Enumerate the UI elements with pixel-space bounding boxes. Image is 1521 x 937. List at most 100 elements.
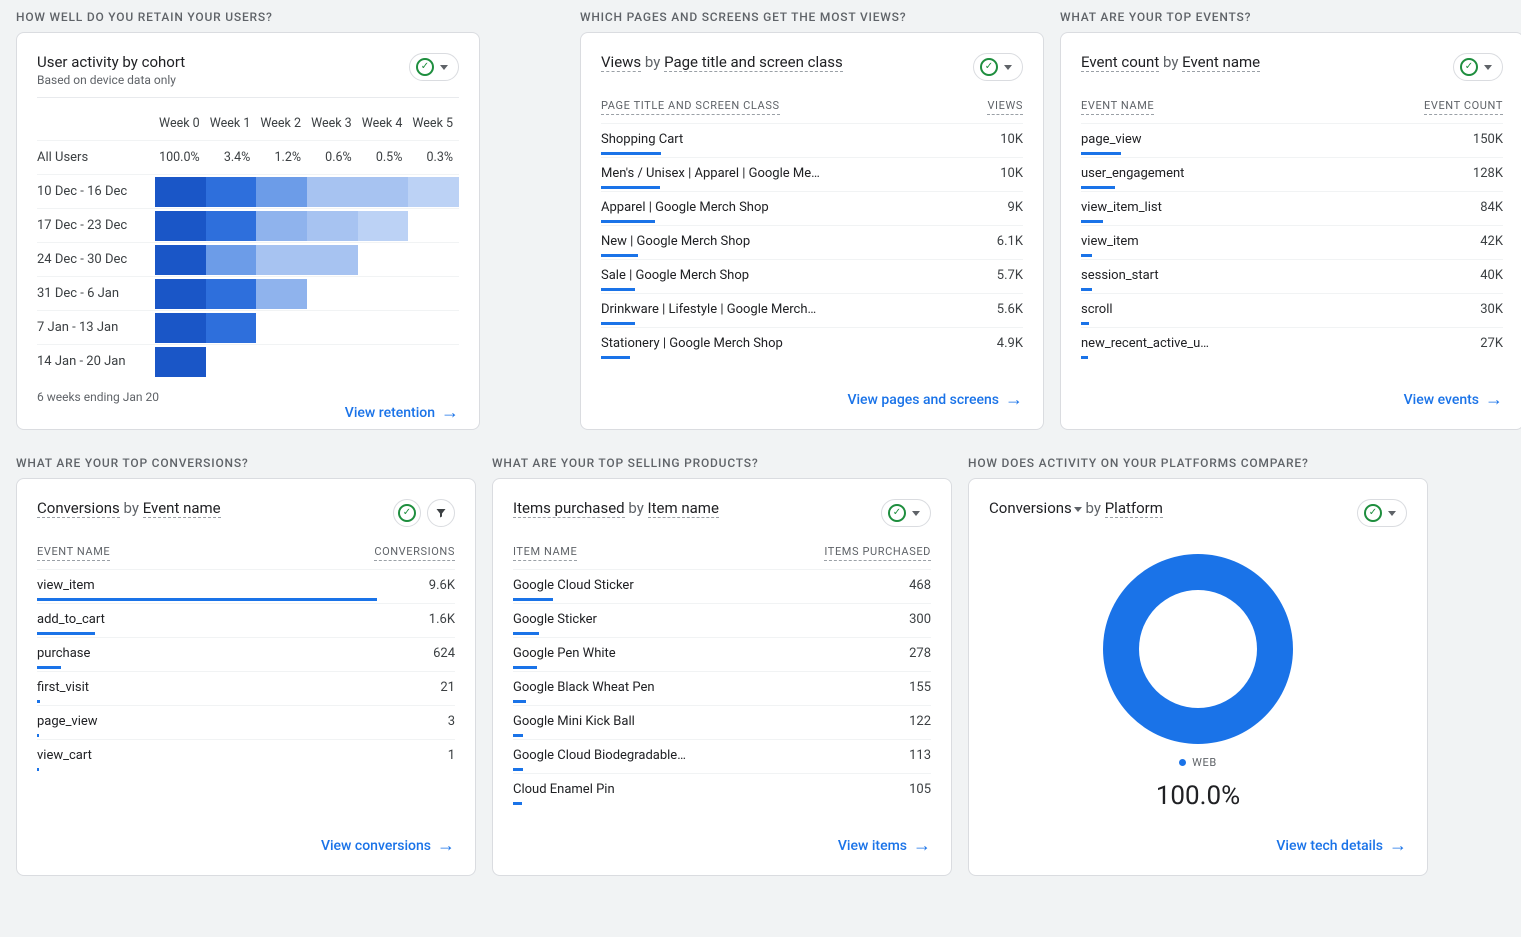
row-name: Men's / Unisex | Apparel | Google Me… [601, 166, 820, 181]
row-name: Drinkware | Lifestyle | Google Merch… [601, 302, 816, 317]
table-row[interactable]: Google Black Wheat Pen155 [513, 671, 931, 705]
status-dropdown[interactable]: ✓ [973, 53, 1023, 81]
row-name: New | Google Merch Shop [601, 234, 750, 249]
view-retention-link[interactable]: View retention→ [37, 404, 459, 422]
metric-selector[interactable]: Views [601, 53, 641, 72]
row-name: user_engagement [1081, 166, 1184, 181]
cohort-cell [307, 245, 358, 275]
dimension-selector[interactable]: Page title and screen class [664, 53, 843, 72]
table-row[interactable]: Google Cloud Biodegradable…113 [513, 739, 931, 773]
table-row[interactable]: new_recent_active_u…27K [1081, 327, 1503, 361]
status-dropdown[interactable]: ✓ [409, 53, 459, 81]
table-row[interactable]: Google Cloud Sticker468 [513, 569, 931, 603]
status-dropdown[interactable]: ✓ [881, 499, 931, 527]
cohort-cell [256, 245, 307, 275]
dimension-selector[interactable]: Item name [648, 499, 719, 518]
table-row[interactable]: scroll30K [1081, 293, 1503, 327]
row-value: 3 [448, 714, 455, 729]
table-row[interactable]: view_item9.6K [37, 569, 455, 603]
row-bar [513, 734, 523, 737]
metric-selector[interactable]: Items purchased [513, 499, 625, 518]
table-row[interactable]: Stationery | Google Merch Shop4.9K [601, 327, 1023, 361]
table-row[interactable]: Drinkware | Lifestyle | Google Merch…5.6… [601, 293, 1023, 327]
row-bar [513, 598, 553, 601]
pages-card: Views by Page title and screen class ✓ P… [580, 32, 1044, 430]
table-row[interactable]: view_cart1 [37, 739, 455, 773]
table-row[interactable]: session_start40K [1081, 259, 1503, 293]
metric-selector[interactable]: Conversions [37, 499, 120, 518]
section-label-items: WHAT ARE YOUR TOP SELLING PRODUCTS? [492, 456, 952, 470]
dimension-selector[interactable]: Event name [143, 499, 221, 518]
cohort-cell [155, 347, 206, 377]
row-bar [513, 666, 537, 669]
view-tech-details-link[interactable]: View tech details→ [989, 837, 1407, 855]
table-row[interactable]: view_item_list84K [1081, 191, 1503, 225]
row-bar [37, 632, 95, 635]
cohort-cell [358, 313, 409, 343]
section-label-cohort: HOW WELL DO YOU RETAIN YOUR USERS? [16, 10, 564, 24]
row-bar [513, 768, 523, 771]
row-value: 122 [909, 714, 931, 729]
table-row[interactable]: Google Pen White278 [513, 637, 931, 671]
metric-selector[interactable]: Event count [1081, 53, 1159, 72]
view-conversions-link[interactable]: View conversions→ [37, 837, 455, 855]
table-row[interactable]: purchase624 [37, 637, 455, 671]
arrow-right-icon: → [1485, 391, 1503, 409]
table-row[interactable]: add_to_cart1.6K [37, 603, 455, 637]
row-name: first_visit [37, 680, 89, 695]
table-row[interactable]: Apparel | Google Merch Shop9K [601, 191, 1023, 225]
filter-button[interactable] [427, 499, 455, 527]
dimension-selector[interactable]: Platform [1105, 499, 1163, 518]
view-pages-link[interactable]: View pages and screens→ [601, 391, 1023, 409]
table-row[interactable]: user_engagement128K [1081, 157, 1503, 191]
table-row[interactable]: view_item42K [1081, 225, 1503, 259]
table-row[interactable]: Sale | Google Merch Shop5.7K [601, 259, 1023, 293]
row-value: 10K [1000, 132, 1023, 147]
table-row[interactable]: Google Mini Kick Ball122 [513, 705, 931, 739]
cohort-cell [206, 177, 257, 207]
table-row[interactable]: page_view150K [1081, 123, 1503, 157]
arrow-right-icon: → [1389, 837, 1407, 855]
row-bar [37, 700, 40, 703]
col-val: ITEMS PURCHASED [824, 545, 931, 561]
row-value: 150K [1473, 132, 1503, 147]
cohort-row: 14 Jan - 20 Jan [37, 344, 459, 378]
dimension-selector[interactable]: Event name [1182, 53, 1260, 72]
row-value: 468 [909, 578, 931, 593]
cohort-cell [358, 211, 409, 241]
status-dropdown[interactable]: ✓ [1453, 53, 1503, 81]
cohort-cell [408, 313, 459, 343]
view-events-link[interactable]: View events→ [1081, 391, 1503, 409]
table-row[interactable]: page_view3 [37, 705, 455, 739]
row-bar [1081, 186, 1115, 189]
row-bar [1081, 322, 1089, 325]
cohort-row: 7 Jan - 13 Jan [37, 310, 459, 344]
table-row[interactable]: Shopping Cart 10K [601, 123, 1023, 157]
table-row[interactable]: Cloud Enamel Pin105 [513, 773, 931, 807]
view-items-link[interactable]: View items→ [513, 837, 931, 855]
row-bar [601, 322, 635, 325]
table-row[interactable]: Men's / Unisex | Apparel | Google Me…10K [601, 157, 1023, 191]
table-row[interactable]: first_visit21 [37, 671, 455, 705]
cohort-cell [256, 279, 307, 309]
cohort-row: 10 Dec - 16 Dec [37, 174, 459, 208]
table-row[interactable]: Google Sticker300 [513, 603, 931, 637]
cohort-title: User activity by cohort [37, 53, 185, 71]
col-name: EVENT NAME [37, 545, 110, 561]
arrow-right-icon: → [913, 837, 931, 855]
arrow-right-icon: → [1005, 391, 1023, 409]
row-name: Google Sticker [513, 612, 597, 627]
row-value: 1.6K [429, 612, 455, 627]
row-value: 84K [1480, 200, 1503, 215]
row-name: Shopping Cart [601, 132, 683, 147]
table-row[interactable]: New | Google Merch Shop 6.1K [601, 225, 1023, 259]
row-name: Apparel | Google Merch Shop [601, 200, 769, 215]
status-button[interactable]: ✓ [393, 499, 421, 527]
row-name: purchase [37, 646, 90, 661]
items-title: Items purchased by Item name [513, 499, 719, 517]
row-value: 42K [1480, 234, 1503, 249]
metric-selector[interactable]: Conversions [989, 499, 1072, 517]
row-name: Google Black Wheat Pen [513, 680, 655, 695]
row-value: 6.1K [997, 234, 1023, 249]
status-dropdown[interactable]: ✓ [1357, 499, 1407, 527]
